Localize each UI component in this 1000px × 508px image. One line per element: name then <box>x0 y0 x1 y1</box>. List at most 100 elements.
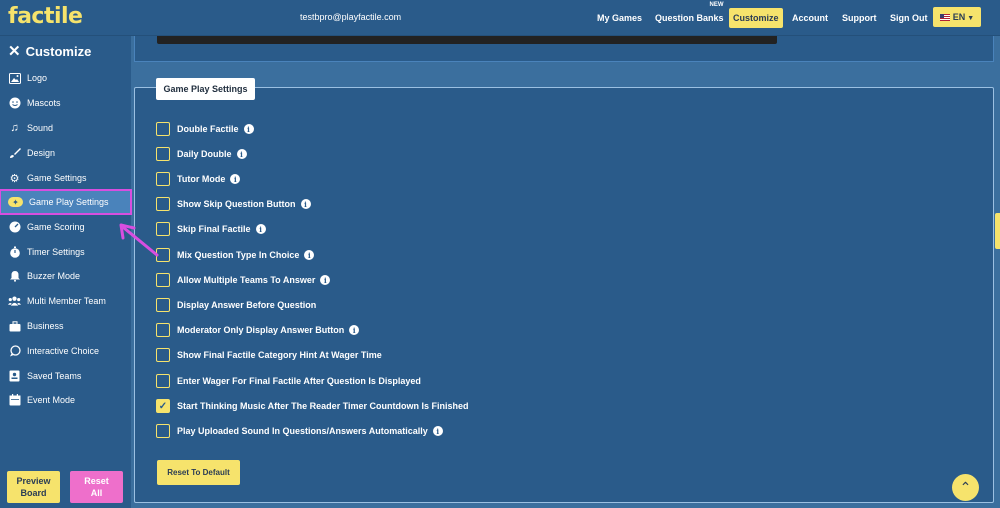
reset-all-line2: All <box>90 488 103 498</box>
checkbox[interactable] <box>156 197 170 211</box>
smiley-icon <box>8 97 21 110</box>
option-moderator-only-display-answer[interactable]: Moderator Only Display Answer Button i <box>156 322 360 338</box>
option-skip-final-factile[interactable]: Skip Final Factile i <box>156 221 266 237</box>
reset-all-button[interactable]: Reset All <box>70 471 123 503</box>
sidebar-item-design[interactable]: Design <box>0 141 131 165</box>
factile-logo[interactable]: factile <box>8 4 83 29</box>
sidebar-item-saved-teams[interactable]: Saved Teams <box>0 364 131 388</box>
checkbox[interactable] <box>156 147 170 161</box>
option-show-skip-question-button[interactable]: Show Skip Question Button i <box>156 196 311 212</box>
image-icon <box>8 72 21 85</box>
side-edge-tab[interactable] <box>995 213 1000 249</box>
bell-icon <box>8 270 21 283</box>
sidebar-item-business[interactable]: Business <box>0 314 131 338</box>
reset-all-line1: Reset <box>84 476 109 486</box>
option-tutor-mode[interactable]: Tutor Mode i <box>156 171 241 187</box>
nav-my-games[interactable]: My Games <box>593 8 646 28</box>
dark-divider-bar <box>157 36 777 44</box>
nav-support[interactable]: Support <box>838 8 881 28</box>
option-label: Enter Wager For Final Factile After Ques… <box>177 376 421 386</box>
calendar-icon <box>8 394 21 407</box>
sidebar-item-buzzer-mode[interactable]: Buzzer Mode <box>0 264 131 288</box>
checkbox[interactable] <box>156 323 170 337</box>
preview-board-line2: Board <box>20 488 47 498</box>
us-flag-icon <box>939 14 950 22</box>
info-icon[interactable]: i <box>432 426 443 436</box>
sidebar-item-label: Buzzer Mode <box>27 271 81 281</box>
sidebar-item-interactive-choice[interactable]: Interactive Choice <box>0 339 131 363</box>
option-label: Display Answer Before Question <box>177 300 317 310</box>
info-icon[interactable]: i <box>243 124 254 134</box>
gear-icon: ⚙ <box>9 172 20 185</box>
sidebar-item-mascots[interactable]: Mascots <box>0 91 131 115</box>
option-play-uploaded-sound[interactable]: Play Uploaded Sound In Questions/Answers… <box>156 423 443 439</box>
nav-question-banks[interactable]: Question Banks NEW <box>651 1 728 28</box>
checkbox[interactable] <box>156 248 170 262</box>
option-label: Daily Double <box>177 149 232 159</box>
reset-to-default-button[interactable]: Reset To Default <box>157 460 240 485</box>
option-label: Allow Multiple Teams To Answer <box>177 275 316 285</box>
sidebar-item-label: Event Mode <box>27 395 76 405</box>
option-display-answer-before-question[interactable]: Display Answer Before Question <box>156 297 316 313</box>
option-label: Skip Final Factile <box>177 224 251 234</box>
checkbox[interactable] <box>156 298 170 312</box>
sidebar-item-sound[interactable]: ♫ Sound <box>0 116 131 140</box>
checkbox[interactable] <box>156 348 170 362</box>
sidebar-item-game-play-settings[interactable]: ✦ Game Play Settings <box>0 189 132 215</box>
language-selector[interactable]: EN ▼ <box>933 7 981 27</box>
language-label: EN <box>952 12 966 22</box>
top-navigation-bar: factile testbpro@playfactile.com My Game… <box>0 0 1000 36</box>
previous-settings-card <box>134 36 994 62</box>
option-enter-wager-after-question[interactable]: Enter Wager For Final Factile After Ques… <box>156 373 421 389</box>
chevron-down-icon: ▼ <box>967 15 975 22</box>
checkbox[interactable] <box>156 222 170 236</box>
option-daily-double[interactable]: Daily Double i <box>156 146 247 162</box>
sidebar-item-game-settings[interactable]: ⚙ Game Settings <box>0 166 131 190</box>
close-icon[interactable]: ✕ <box>8 42 21 60</box>
option-label: Tutor Mode <box>177 174 226 184</box>
option-label: Play Uploaded Sound In Questions/Answers… <box>177 426 428 436</box>
info-icon[interactable]: i <box>304 250 315 260</box>
checkbox[interactable] <box>156 424 170 438</box>
section-title: Game Play Settings <box>156 78 255 100</box>
checkbox[interactable] <box>156 273 170 287</box>
scroll-to-top-button[interactable]: ⌃ <box>952 474 979 501</box>
sidebar-item-game-scoring[interactable]: Game Scoring <box>0 215 131 239</box>
option-label: Double Factile <box>177 124 239 134</box>
checkbox[interactable] <box>156 172 170 186</box>
sidebar-item-label: Sound <box>27 123 54 133</box>
option-mix-question-type[interactable]: Mix Question Type In Choice i <box>156 247 315 263</box>
checkbox[interactable] <box>156 374 170 388</box>
nav-sign-out[interactable]: Sign Out <box>886 8 932 28</box>
sidebar-item-label: Game Settings <box>27 173 87 183</box>
sidebar-item-event-mode[interactable]: Event Mode <box>0 388 131 412</box>
sidebar-item-label: Game Play Settings <box>29 197 109 207</box>
nav-customize[interactable]: Customize <box>729 8 783 28</box>
info-icon[interactable]: i <box>349 325 360 335</box>
option-label: Moderator Only Display Answer Button <box>177 325 345 335</box>
info-icon[interactable]: i <box>236 149 247 159</box>
checkbox-checked[interactable]: ✓ <box>156 399 170 413</box>
sidebar-item-multi-member-team[interactable]: Multi Member Team <box>0 289 131 313</box>
option-start-thinking-music[interactable]: ✓ Start Thinking Music After The Reader … <box>156 398 469 414</box>
briefcase-icon <box>8 320 21 333</box>
info-icon[interactable]: i <box>320 275 331 285</box>
option-double-factile[interactable]: Double Factile i <box>156 121 254 137</box>
preview-board-line1: Preview <box>16 476 51 486</box>
info-icon[interactable]: i <box>300 199 311 209</box>
music-note-icon: ♫ <box>10 122 19 134</box>
sidebar-item-logo[interactable]: Logo <box>0 66 131 90</box>
sidebar-item-timer-settings[interactable]: Timer Settings <box>0 240 131 264</box>
info-icon[interactable]: i <box>255 224 266 234</box>
sidebar-item-label: Logo <box>27 73 48 83</box>
sidebar-item-label: Multi Member Team <box>27 296 106 306</box>
option-allow-multiple-teams[interactable]: Allow Multiple Teams To Answer i <box>156 272 331 288</box>
checkbox[interactable] <box>156 122 170 136</box>
option-final-factile-category-hint[interactable]: Show Final Factile Category Hint At Wage… <box>156 347 382 363</box>
preview-board-button[interactable]: Preview Board <box>7 471 60 503</box>
nav-account[interactable]: Account <box>788 8 832 28</box>
info-icon[interactable]: i <box>230 174 241 184</box>
option-label: Mix Question Type In Choice <box>177 250 300 260</box>
id-card-icon <box>8 370 21 383</box>
speedometer-icon <box>8 221 21 234</box>
